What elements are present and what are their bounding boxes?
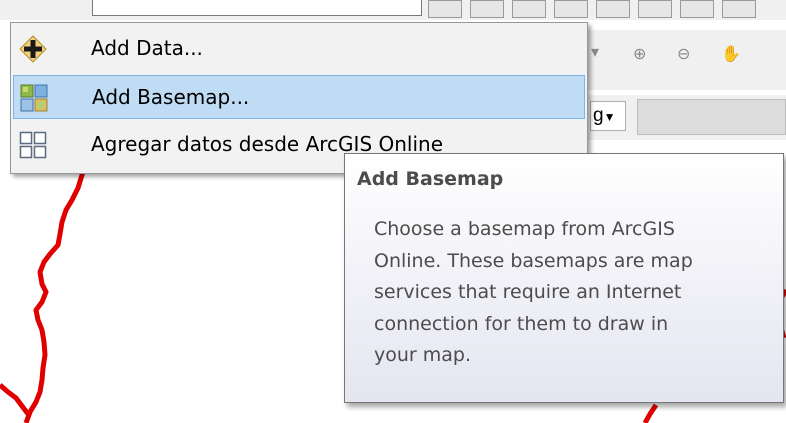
toolbar-button[interactable] (596, 0, 630, 18)
tooltip-body-line: your map. (374, 344, 472, 366)
toolbar-button[interactable] (470, 0, 504, 18)
zoom-in-icon[interactable]: ⊕ (633, 46, 646, 62)
tooltip-body-line: Online. These basemaps are map (374, 249, 693, 272)
menu-item-label: Add Basemap... (92, 85, 250, 109)
toolbar-dropdown[interactable]: g▼ (590, 101, 626, 131)
arcmap-window: ▾ ⊕ ⊖ ✋ g▼ Add Data... Add Basemap... Ag… (0, 0, 786, 423)
scale-input[interactable] (92, 0, 422, 16)
toolbar-dropdown-value: g (593, 105, 604, 126)
toolbar-button[interactable] (638, 0, 672, 18)
tools-toolbar: ▾ ⊕ ⊖ ✋ (585, 30, 786, 90)
toolbar-button[interactable] (512, 0, 546, 18)
menu-item-label: Add Data... (91, 36, 203, 60)
add-data-menu: Add Data... Add Basemap... Agregar datos… (10, 22, 588, 174)
map-boundary-line-left (23, 164, 88, 423)
toolbar-field[interactable] (637, 99, 786, 135)
tooltip-body-line: services that require an Internet (374, 281, 682, 303)
toolbar-button[interactable] (554, 0, 588, 18)
basemap-grid-icon (20, 84, 48, 112)
menu-item-add-data[interactable]: Add Data... (13, 27, 585, 71)
tooltip-body-line: connection for them to draw in (374, 312, 669, 335)
menu-item-add-basemap[interactable]: Add Basemap... (13, 75, 585, 119)
grid-icon (19, 131, 47, 159)
chevron-down-icon: ▼ (603, 110, 616, 124)
plus-diamond-icon (19, 35, 47, 63)
toolbar-overflow-icon[interactable]: ▾ (591, 44, 599, 60)
tooltip-body: Choose a basemap from ArcGIS Online. The… (374, 214, 774, 372)
standard-toolbar (0, 0, 786, 20)
tooltip-title: Add Basemap (357, 168, 504, 190)
toolbar-button[interactable] (722, 0, 756, 18)
tooltip-body-line: Choose a basemap from ArcGIS (374, 218, 675, 240)
toolbar-button[interactable] (680, 0, 714, 18)
map-boundary-line-left-bottom (0, 383, 30, 416)
pan-hand-icon[interactable]: ✋ (721, 46, 741, 62)
map-boundary-line-bottom (642, 403, 659, 423)
toolbar-button[interactable] (428, 0, 462, 18)
zoom-out-icon[interactable]: ⊖ (677, 46, 690, 62)
tooltip-add-basemap: Add Basemap Choose a basemap from ArcGIS… (344, 153, 784, 403)
